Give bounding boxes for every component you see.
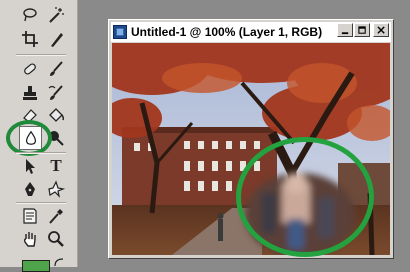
toolbox-divider: [16, 54, 66, 56]
maximize-button[interactable]: [354, 23, 370, 37]
custom-shape-icon[interactable]: [46, 180, 66, 198]
swap-colors-icon[interactable]: [50, 256, 70, 268]
paint-bucket-icon[interactable]: [46, 106, 66, 124]
minimize-button[interactable]: [337, 23, 353, 37]
hand-icon[interactable]: [20, 230, 40, 248]
close-icon: [376, 25, 385, 34]
document-title: Untitled-1 @ 100% (Layer 1, RGB): [131, 25, 323, 39]
eyedropper-icon[interactable]: [46, 207, 66, 225]
photoshop-doc-icon: [113, 25, 127, 39]
toolbox-divider: [16, 202, 66, 204]
pen-icon[interactable]: [20, 180, 40, 198]
path-select-icon[interactable]: [20, 157, 40, 175]
history-brush-icon[interactable]: [46, 84, 66, 102]
healing-brush-icon[interactable]: [20, 60, 40, 78]
type-icon[interactable]: T: [46, 156, 66, 175]
lasso-icon[interactable]: [20, 6, 40, 24]
maximize-icon: [357, 25, 366, 34]
notes-icon[interactable]: [20, 207, 40, 225]
crop-icon[interactable]: [20, 30, 40, 48]
blur-tool-highlight-circle: [6, 120, 52, 156]
magic-wand-icon[interactable]: [46, 6, 66, 24]
brush-icon[interactable]: [46, 60, 66, 78]
blurred-area-highlight-circle: [236, 137, 374, 257]
type-tool-glyph: T: [50, 156, 62, 175]
slice-icon[interactable]: [46, 30, 66, 48]
minimize-icon: [341, 31, 348, 34]
clone-stamp-icon[interactable]: [20, 84, 40, 102]
close-button[interactable]: [373, 23, 389, 37]
foreground-color-swatch[interactable]: [22, 260, 50, 272]
toolbox-panel: T: [0, 0, 78, 272]
toolbox-divider: [16, 152, 66, 154]
zoom-icon[interactable]: [46, 230, 66, 248]
